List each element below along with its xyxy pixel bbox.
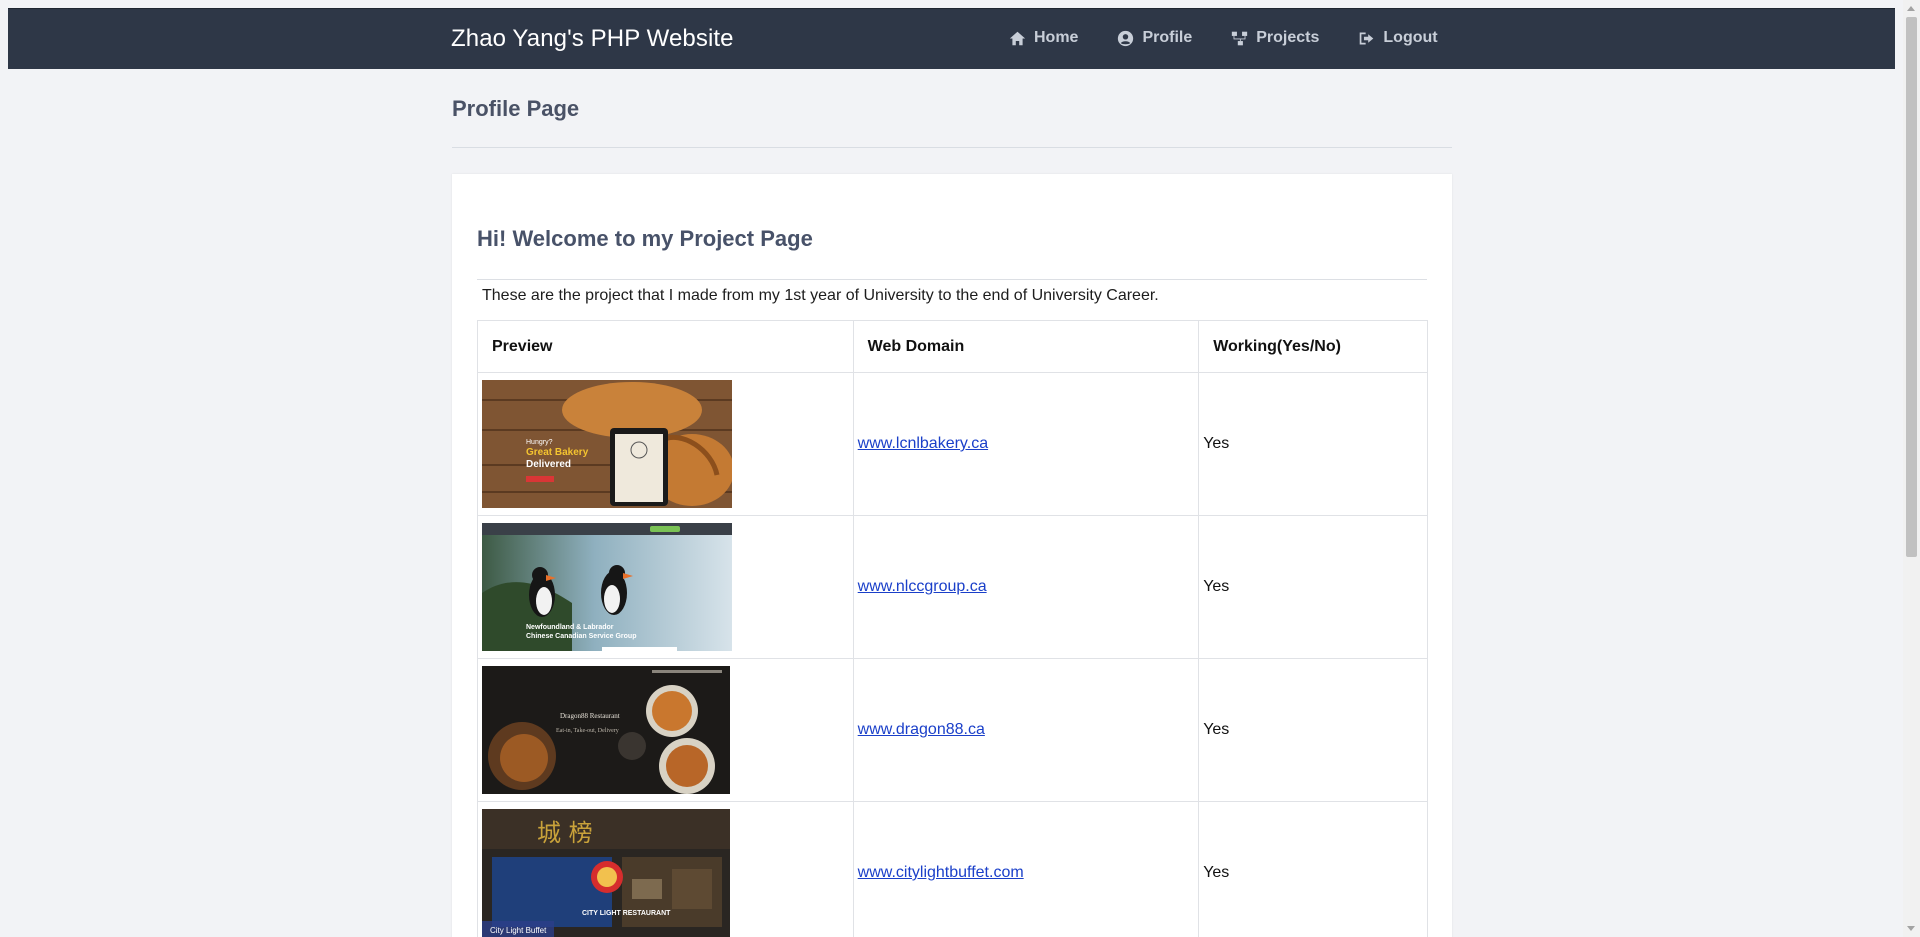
status-cell: Yes bbox=[1198, 801, 1428, 937]
nlcc-thumb-line2: Chinese Canadian Service Group bbox=[526, 633, 636, 640]
nav-home-link[interactable]: Home bbox=[1009, 29, 1078, 47]
citylight-thumb-sign: 城 榜 bbox=[537, 819, 593, 847]
top-navbar: Zhao Yang's PHP Website Home Profile Pro… bbox=[8, 8, 1895, 69]
table-row: 城 榜 CITY LIGHT RESTAURANT City Light Buf… bbox=[477, 801, 1428, 937]
scroll-up-arrow-icon[interactable] bbox=[1907, 6, 1915, 11]
table-row: Hungry? Great Bakery Delivered www.lcnlb… bbox=[477, 372, 1428, 516]
nlcc-thumb-line1: Newfoundland & Labrador bbox=[526, 624, 614, 631]
status-cell: Yes bbox=[1198, 515, 1428, 659]
card-description: These are the project that I made from m… bbox=[482, 287, 1159, 304]
dragon88-preview-image: Dragon88 Restaurant Eat-in, Take-out, De… bbox=[482, 666, 730, 794]
domain-link-nlccgroup[interactable]: www.nlccgroup.ca bbox=[858, 578, 987, 595]
nav-profile-link[interactable]: Profile bbox=[1117, 29, 1192, 47]
nav-links: Home Profile Projects Logout bbox=[1009, 29, 1438, 47]
header-web-domain: Web Domain bbox=[852, 320, 1200, 373]
site-brand[interactable]: Zhao Yang's PHP Website bbox=[451, 25, 734, 53]
citylight-thumb-line3: City Light Buffet bbox=[490, 926, 547, 935]
dragon-thumb-line2: Eat-in, Take-out, Delivery bbox=[556, 728, 619, 734]
bakery-thumb-line2: Great Bakery bbox=[526, 447, 589, 458]
scroll-thumb[interactable] bbox=[1906, 17, 1917, 557]
sitemap-icon bbox=[1232, 31, 1248, 45]
preview-cell: Newfoundland & Labrador Chinese Canadian… bbox=[477, 515, 854, 659]
citylight-preview-image: 城 榜 CITY LIGHT RESTAURANT City Light Buf… bbox=[482, 809, 730, 937]
nav-logout-label: Logout bbox=[1383, 29, 1438, 46]
preview-cell: 城 榜 CITY LIGHT RESTAURANT City Light Buf… bbox=[477, 801, 854, 937]
user-circle-icon bbox=[1118, 30, 1134, 46]
page-viewport: Zhao Yang's PHP Website Home Profile Pro… bbox=[0, 0, 1903, 937]
vertical-scrollbar[interactable] bbox=[1903, 0, 1920, 937]
title-divider bbox=[452, 147, 1452, 148]
domain-link-dragon88[interactable]: www.dragon88.ca bbox=[858, 721, 985, 738]
nav-projects-link[interactable]: Projects bbox=[1231, 29, 1319, 47]
nlccgroup-preview-image: Newfoundland & Labrador Chinese Canadian… bbox=[482, 523, 732, 651]
table-header-row: Preview Web Domain Working(Yes/No) bbox=[477, 320, 1428, 373]
card-divider bbox=[477, 279, 1427, 280]
domain-link-lcnlbakery[interactable]: www.lcnlbakery.ca bbox=[858, 435, 988, 452]
citylight-thumb-line2: CITY LIGHT RESTAURANT bbox=[582, 910, 671, 917]
nav-profile-label: Profile bbox=[1142, 29, 1193, 46]
domain-link-citylightbuffet[interactable]: www.citylightbuffet.com bbox=[858, 864, 1024, 881]
bakery-preview-image: Hungry? Great Bakery Delivered bbox=[482, 380, 732, 508]
card-heading: Hi! Welcome to my Project Page bbox=[477, 226, 813, 251]
domain-cell: www.nlccgroup.ca bbox=[852, 515, 1200, 659]
scroll-down-arrow-icon[interactable] bbox=[1907, 926, 1915, 931]
header-working: Working(Yes/No) bbox=[1198, 320, 1428, 373]
nav-logout-link[interactable]: Logout bbox=[1358, 29, 1438, 47]
bakery-thumb-line3: Delivered bbox=[526, 459, 571, 470]
page-title: Profile Page bbox=[452, 96, 580, 121]
header-preview: Preview bbox=[477, 320, 854, 373]
preview-cell: Hungry? Great Bakery Delivered bbox=[477, 372, 854, 516]
nav-home-label: Home bbox=[1034, 29, 1079, 46]
bakery-thumb-line1: Hungry? bbox=[526, 439, 553, 446]
status-cell: Yes bbox=[1198, 372, 1428, 516]
projects-card: Hi! Welcome to my Project Page These are… bbox=[452, 174, 1452, 937]
table-row: Dragon88 Restaurant Eat-in, Take-out, De… bbox=[477, 658, 1428, 802]
status-cell: Yes bbox=[1198, 658, 1428, 802]
domain-cell: www.lcnlbakery.ca bbox=[852, 372, 1200, 516]
projects-table: Preview Web Domain Working(Yes/No) Hungr… bbox=[477, 320, 1428, 937]
sign-out-icon bbox=[1360, 32, 1374, 44]
domain-cell: www.dragon88.ca bbox=[852, 658, 1200, 802]
nav-projects-label: Projects bbox=[1256, 29, 1320, 46]
dragon-thumb-line1: Dragon88 Restaurant bbox=[560, 712, 620, 720]
table-row: Newfoundland & Labrador Chinese Canadian… bbox=[477, 515, 1428, 659]
preview-cell: Dragon88 Restaurant Eat-in, Take-out, De… bbox=[477, 658, 854, 802]
home-icon bbox=[1009, 31, 1026, 45]
domain-cell: www.citylightbuffet.com bbox=[852, 801, 1200, 937]
